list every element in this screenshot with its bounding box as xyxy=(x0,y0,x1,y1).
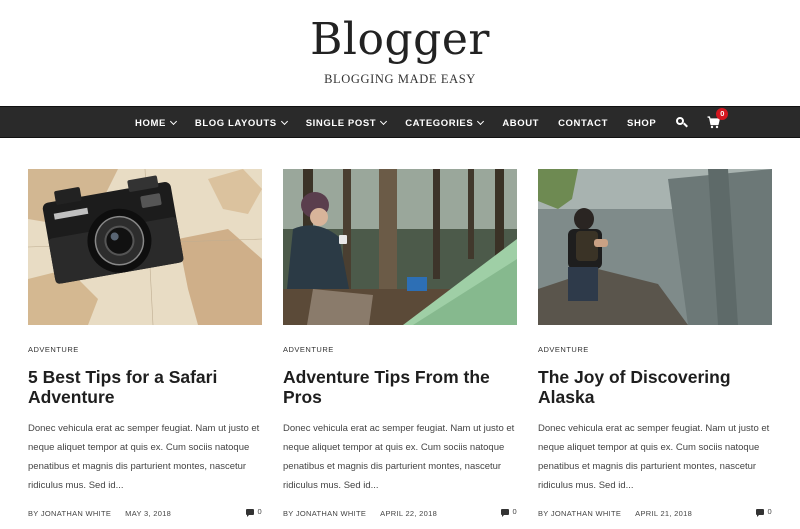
site-tagline: BLOGGING MADE EASY xyxy=(324,72,476,86)
post-title[interactable]: 5 Best Tips for a Safari Adventure xyxy=(28,367,262,407)
post-image-camera-on-map[interactable] xyxy=(28,169,262,325)
camera-on-map-photo xyxy=(28,169,262,325)
post-meta: BY JONATHAN WHITE APRIL 22, 2018 0 xyxy=(283,507,517,519)
nav-item-label: CONTACT xyxy=(558,117,609,129)
nav-item-categories[interactable]: CATEGORIES xyxy=(405,107,485,139)
post-author[interactable]: BY JONATHAN WHITE xyxy=(283,509,366,518)
post-meta: BY JONATHAN WHITE MAY 3, 2018 0 xyxy=(28,507,262,519)
post-date: APRIL 22, 2018 xyxy=(380,508,438,518)
comment-icon xyxy=(755,508,764,517)
nav-item-label: ABOUT xyxy=(502,117,540,129)
cart-count-badge: 0 xyxy=(716,108,729,120)
search-icon-handle xyxy=(683,122,689,128)
nav-item-blog-layouts[interactable]: BLOG LAYOUTS xyxy=(194,107,288,139)
post-title[interactable]: The Joy of Discovering Alaska xyxy=(538,367,772,407)
main-navigation: HOME BLOG LAYOUTS SINGLE POST CATEGORIES… xyxy=(0,106,800,138)
post-category[interactable]: ADVENTURE xyxy=(283,345,517,354)
chevron-down-icon xyxy=(380,117,388,126)
nav-item-label: BLOG LAYOUTS xyxy=(194,117,277,129)
posts-grid: ADVENTURE 5 Best Tips for a Safari Adven… xyxy=(28,169,772,519)
post-category[interactable]: ADVENTURE xyxy=(538,345,772,354)
post-date: MAY 3, 2018 xyxy=(125,508,172,518)
site-title[interactable]: Blogger xyxy=(0,14,800,65)
post-author[interactable]: BY JONATHAN WHITE xyxy=(28,509,111,518)
chevron-down-icon xyxy=(477,117,485,126)
hiker-cliff-photo xyxy=(538,169,772,325)
post-card: ADVENTURE Adventure Tips From the Pros D… xyxy=(283,169,517,519)
nav-item-label: SINGLE POST xyxy=(305,117,377,129)
comment-count: 0 xyxy=(512,507,517,516)
nav-item-home[interactable]: HOME xyxy=(135,107,177,139)
post-category[interactable]: ADVENTURE xyxy=(28,345,262,354)
chevron-down-icon xyxy=(169,117,177,126)
comment-count: 0 xyxy=(257,507,262,516)
comments-link[interactable]: 0 xyxy=(755,507,772,517)
post-card: ADVENTURE 5 Best Tips for a Safari Adven… xyxy=(28,169,262,519)
post-meta: BY JONATHAN WHITE APRIL 21, 2018 0 xyxy=(538,507,772,519)
comment-icon xyxy=(500,508,509,517)
comment-count: 0 xyxy=(767,507,772,516)
post-excerpt: Donec vehicula erat ac semper feugiat. N… xyxy=(28,423,260,491)
search-icon[interactable] xyxy=(675,107,689,139)
site-header: Blogger BLOGGING MADE EASY xyxy=(0,0,800,106)
post-title[interactable]: Adventure Tips From the Pros xyxy=(283,367,517,407)
nav-item-contact[interactable]: CONTACT xyxy=(558,107,608,139)
nav-item-label: HOME xyxy=(135,117,166,129)
post-image-camping-tent[interactable] xyxy=(283,169,517,325)
nav-list: HOME BLOG LAYOUTS SINGLE POST CATEGORIES… xyxy=(135,107,741,139)
post-author[interactable]: BY JONATHAN WHITE xyxy=(538,509,621,518)
nav-item-shop[interactable]: SHOP xyxy=(627,107,656,139)
post-card: ADVENTURE The Joy of Discovering Alaska … xyxy=(538,169,772,519)
comments-link[interactable]: 0 xyxy=(500,507,517,517)
post-excerpt: Donec vehicula erat ac semper feugiat. N… xyxy=(283,423,515,491)
comments-link[interactable]: 0 xyxy=(245,507,262,517)
comment-icon xyxy=(245,508,254,517)
chevron-down-icon xyxy=(280,117,288,126)
nav-item-about[interactable]: ABOUT xyxy=(502,107,539,139)
camping-tent-forest-photo xyxy=(283,169,517,325)
nav-item-label: CATEGORIES xyxy=(405,117,474,129)
post-excerpt: Donec vehicula erat ac semper feugiat. N… xyxy=(538,423,770,491)
nav-item-label: SHOP xyxy=(627,117,657,129)
nav-item-single-post[interactable]: SINGLE POST xyxy=(305,107,388,139)
shopping-cart-icon[interactable]: 0 xyxy=(707,107,729,139)
post-image-hiker-cliff[interactable] xyxy=(538,169,772,325)
post-date: APRIL 21, 2018 xyxy=(635,508,693,518)
